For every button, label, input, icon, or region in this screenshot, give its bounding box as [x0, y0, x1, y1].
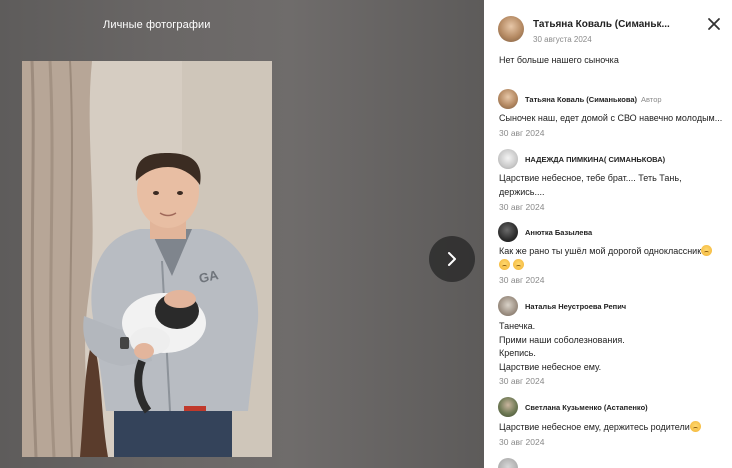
comment-line-emojis [499, 258, 725, 273]
comment-date[interactable]: 30 авг 2024 [499, 437, 544, 447]
comment-author[interactable]: Наталья Неустроева Репич [525, 302, 626, 311]
comment-line: Танечка. [499, 321, 536, 331]
next-photo-button[interactable] [429, 236, 475, 282]
comment-date[interactable]: 30 авг 2024 [499, 202, 544, 212]
photo[interactable]: GA [22, 61, 272, 457]
comment-author-name[interactable]: Татьяна Коваль (Симанькова) [525, 95, 637, 104]
comment-line-text: Царствие небесное ему, держитесь родител… [499, 422, 690, 432]
comment-text: Царствие небесное, тебе брат.... Теть Та… [499, 172, 725, 199]
comment-line: Крепись. [499, 348, 536, 358]
comment-date[interactable]: 30 авг 2024 [499, 275, 544, 285]
comment-line: Царствие небесное ему. [499, 361, 602, 372]
comment-avatar[interactable] [498, 149, 518, 169]
chevron-right-icon [448, 252, 456, 266]
comment-avatar[interactable] [498, 222, 518, 242]
album-title[interactable]: Личные фотографии [103, 19, 211, 31]
comment-author[interactable]: Светлана Кузьменко (Астапенко) [525, 403, 648, 412]
photo-viewer: Личные фотографии GA [0, 0, 484, 468]
comment-avatar[interactable] [498, 89, 518, 109]
comment-author[interactable]: Анютка Базылева [525, 228, 592, 237]
comment-text: Царствие небесное ему, держитесь родител… [499, 421, 725, 435]
comment-line: Как же рано ты ушёл мой дорогой одноклас… [499, 245, 725, 259]
crying-face-emoji-icon [499, 258, 510, 270]
comment-line: Сыночек наш, едет домой с СВО навечно мо… [499, 113, 723, 123]
crying-face-emoji-icon [689, 421, 701, 432]
comment-text: Сыночек наш, едет домой с СВО навечно мо… [499, 112, 725, 126]
comment-line-text: Как же рано ты ушёл мой дорогой одноклас… [499, 246, 702, 256]
author-avatar[interactable] [498, 16, 524, 42]
comment-text: Как же рано ты ушёл мой дорогой одноклас… [499, 245, 725, 272]
comment-author[interactable]: Татьяна Коваль (Симанькова) Автор [525, 95, 662, 104]
crying-face-emoji-icon [512, 258, 524, 270]
comment-line: Царствие небесное, тебе брат.... Теть Та… [499, 173, 682, 183]
post-date[interactable]: 30 августа 2024 [533, 35, 592, 44]
comments-panel: Татьяна Коваль (Симаньк... 30 августа 20… [484, 0, 732, 468]
crying-face-emoji-icon [701, 245, 713, 256]
comment-avatar[interactable] [498, 296, 518, 316]
comment-author[interactable]: НАДЕЖДА ПИМКИНА( СИМАНЬКОВА) [525, 155, 665, 164]
post-header: Татьяна Коваль (Симаньк... 30 августа 20… [498, 16, 722, 46]
comment-date[interactable]: 30 авг 2024 [499, 376, 544, 386]
comment-date[interactable]: 30 авг 2024 [499, 128, 544, 138]
comment-line: держись.... [499, 186, 545, 197]
comment-text: Танечка. Прими наши соболезнования. Креп… [499, 320, 725, 374]
comment-avatar[interactable] [498, 458, 518, 468]
comment-line: Прими наши соболезнования. [499, 334, 625, 345]
comment-line: Царствие небесное ему, держитесь родител… [499, 421, 725, 435]
post-author[interactable]: Татьяна Коваль (Симаньк... [533, 19, 670, 30]
photo-image: GA [22, 61, 272, 457]
post-text: Нет больше нашего сыночка [499, 55, 619, 65]
comment-avatar[interactable] [498, 397, 518, 417]
author-badge: Автор [641, 95, 662, 104]
close-icon [708, 18, 720, 30]
close-button[interactable] [706, 16, 722, 32]
